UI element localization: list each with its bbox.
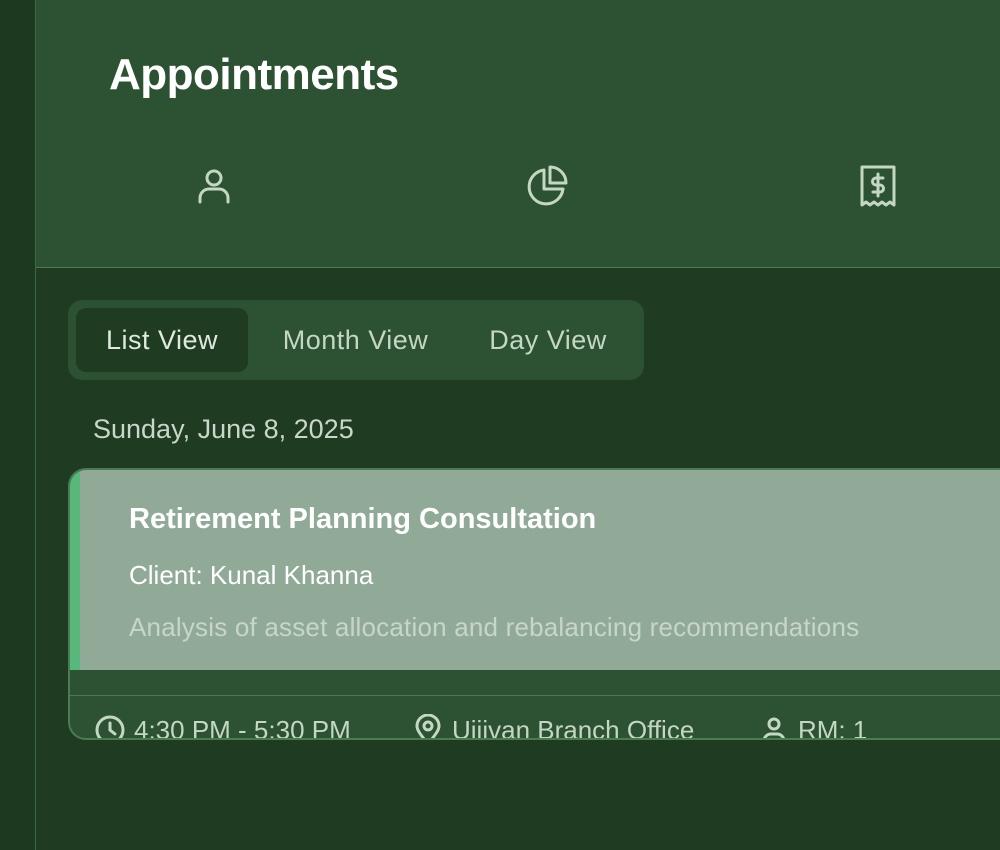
app-header: Appointments — [36, 0, 1000, 268]
card-accent-bar — [70, 470, 80, 670]
card-divider — [70, 695, 1000, 696]
appointment-description: Analysis of asset allocation and rebalan… — [129, 612, 860, 642]
nav-portfolio-button[interactable] — [521, 160, 573, 212]
person-icon — [763, 717, 785, 738]
time-text: 4:30 PM - 5:30 PM — [134, 714, 351, 740]
tab-day-view[interactable]: Day View — [463, 308, 633, 372]
appointment-rm: RM: 1 — [758, 714, 868, 740]
appointment-card[interactable]: Retirement Planning Consultation Client:… — [68, 468, 1000, 740]
nav-clients-button[interactable] — [188, 160, 240, 212]
nav-billing-button[interactable] — [852, 160, 904, 212]
appointment-location: Ujjivan Branch Office — [412, 714, 695, 740]
receipt-dollar-icon — [860, 165, 896, 207]
location-text: Ujjivan Branch Office — [452, 714, 695, 740]
left-sidebar-strip — [0, 0, 36, 850]
date-heading: Sunday, June 8, 2025 — [93, 414, 354, 444]
clock-icon — [95, 715, 125, 738]
rm-text: RM: 1 — [798, 714, 868, 740]
appointment-time: 4:30 PM - 5:30 PM — [94, 714, 351, 740]
view-switcher: List View Month View Day View — [68, 300, 644, 380]
person-icon — [198, 169, 230, 204]
card-body: Retirement Planning Consultation Client:… — [80, 470, 1000, 670]
appointment-title: Retirement Planning Consultation — [129, 503, 597, 535]
location-pin-icon — [415, 714, 441, 738]
tab-month-view[interactable]: Month View — [258, 308, 453, 372]
tab-list-view[interactable]: List View — [76, 308, 248, 372]
page-title: Appointments — [109, 50, 399, 99]
appointment-client: Client: Kunal Khanna — [129, 560, 374, 590]
pie-chart-icon — [527, 165, 568, 206]
